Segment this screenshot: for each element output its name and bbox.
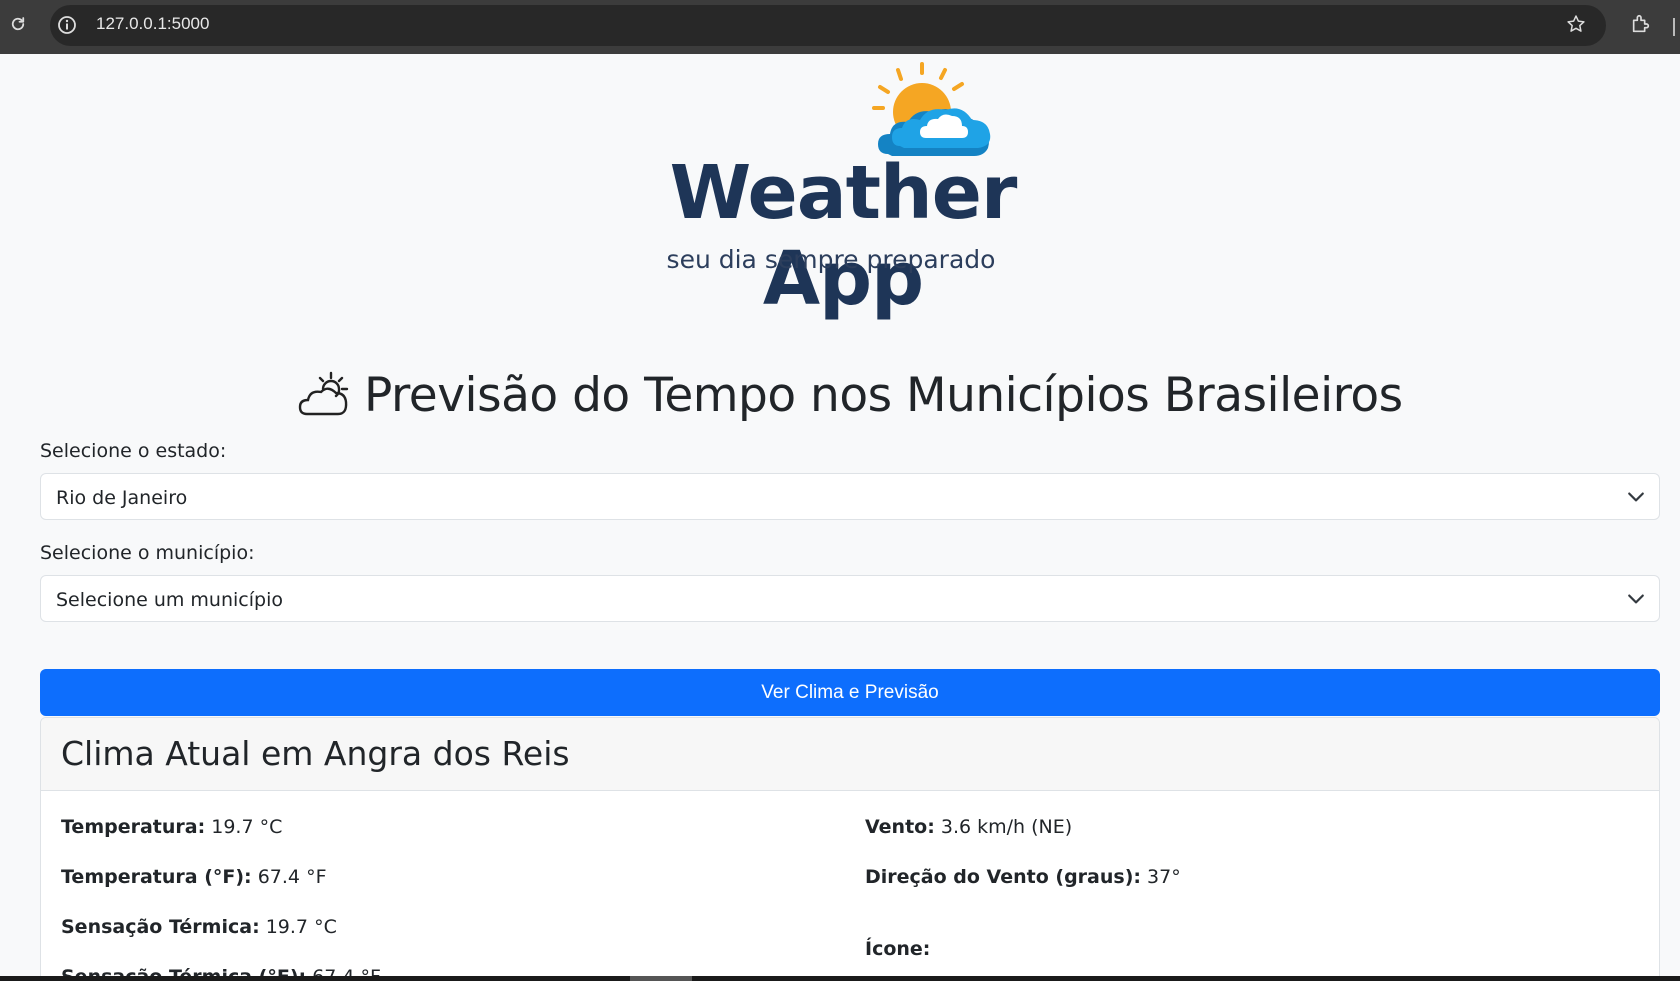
row-value: 3.6 km/h (NE) bbox=[940, 816, 1073, 838]
row-label: Temperatura (°F): bbox=[61, 866, 252, 888]
info-icon[interactable] bbox=[57, 15, 77, 35]
feels-like-row: Sensação Térmica: 19.7 °C bbox=[61, 916, 337, 938]
row-label: Vento: bbox=[865, 816, 935, 838]
state-select-label: Selecione o estado: bbox=[40, 440, 227, 462]
page-title: Previsão do Tempo nos Municípios Brasile… bbox=[298, 365, 1403, 425]
row-label: Sensação Térmica: bbox=[61, 916, 260, 938]
row-label: Ícone: bbox=[865, 938, 931, 960]
row-value: 19.7 °C bbox=[265, 916, 337, 938]
state-select-value: Rio de Janeiro bbox=[56, 487, 188, 509]
url-text[interactable]: 127.0.0.1:5000 bbox=[96, 14, 209, 34]
star-icon[interactable] bbox=[1565, 13, 1587, 35]
view-weather-button[interactable]: Ver Clima e Previsão bbox=[40, 669, 1660, 716]
temperature-row: Temperatura: 19.7 °C bbox=[61, 816, 282, 838]
row-value: 67.4 °F bbox=[257, 866, 327, 888]
chevron-down-icon bbox=[1628, 594, 1644, 604]
horizontal-scrollbar[interactable] bbox=[0, 976, 1680, 981]
chevron-down-icon bbox=[1628, 492, 1644, 502]
row-value: 19.7 °C bbox=[211, 816, 283, 838]
view-weather-button-label: Ver Clima e Previsão bbox=[761, 681, 939, 703]
logo-subtitle: seu dia sempre preparado bbox=[666, 245, 996, 274]
scrollbar-thumb[interactable] bbox=[630, 976, 692, 981]
weather-icon-row: Ícone: bbox=[865, 938, 930, 960]
sun-behind-cloud-icon bbox=[298, 371, 349, 416]
row-value: 37° bbox=[1147, 866, 1181, 888]
address-bar[interactable] bbox=[50, 5, 1606, 46]
wind-direction-row: Direção do Vento (graus): 37° bbox=[865, 866, 1181, 888]
row-label: Direção do Vento (graus): bbox=[865, 866, 1141, 888]
city-select-value: Selecione um município bbox=[56, 589, 283, 611]
city-select-label: Selecione o município: bbox=[40, 542, 255, 564]
page-title-text: Previsão do Tempo nos Municípios Brasile… bbox=[364, 367, 1403, 423]
reload-icon[interactable] bbox=[6, 12, 30, 36]
wind-row: Vento: 3.6 km/h (NE) bbox=[865, 816, 1072, 838]
logo-title: Weather App bbox=[669, 150, 1018, 322]
browser-toolbar: 127.0.0.1:5000 bbox=[0, 0, 1680, 54]
extensions-icon[interactable] bbox=[1628, 11, 1654, 37]
card-title: Clima Atual em Angra dos Reis bbox=[61, 734, 570, 773]
toolbar-divider bbox=[1673, 18, 1675, 36]
crescent-moon-icon bbox=[1001, 943, 1012, 965]
current-weather-card: Clima Atual em Angra dos Reis Temperatur… bbox=[40, 717, 1660, 981]
state-select[interactable]: Rio de Janeiro bbox=[40, 473, 1660, 520]
card-header: Clima Atual em Angra dos Reis bbox=[41, 718, 1659, 791]
row-label: Temperatura: bbox=[61, 816, 206, 838]
city-select[interactable]: Selecione um município bbox=[40, 575, 1660, 622]
temperature-f-row: Temperatura (°F): 67.4 °F bbox=[61, 866, 327, 888]
